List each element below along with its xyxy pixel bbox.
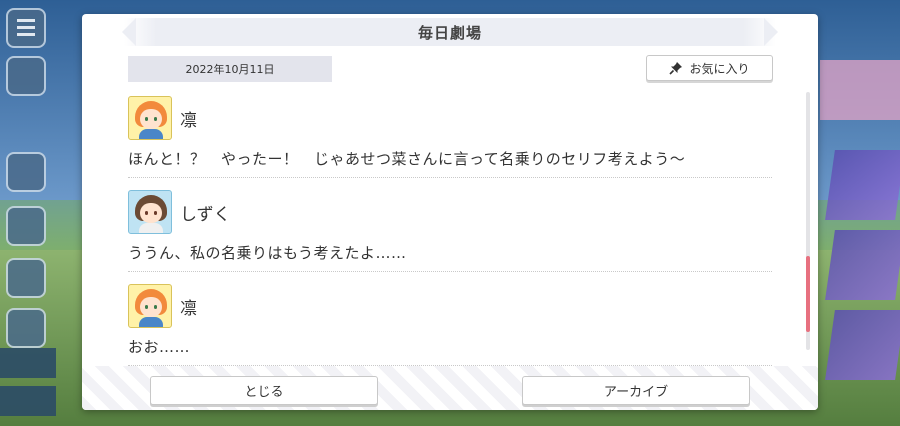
archive-button[interactable]: アーカイブ <box>522 376 750 405</box>
favorite-button[interactable]: お気に入り <box>646 55 773 81</box>
background-tile[interactable] <box>825 150 900 220</box>
background-label[interactable] <box>0 386 56 416</box>
menu-icon[interactable] <box>6 8 46 48</box>
daily-theater-dialog: 毎日劇場 2022年10月11日 お気に入り 凛 ほんと！？ やったー！ じゃあ… <box>82 14 818 410</box>
speaker-name: しずく <box>180 204 231 225</box>
background-button[interactable] <box>6 56 46 96</box>
speaker-name: 凛 <box>180 110 197 131</box>
background-label[interactable] <box>0 348 56 378</box>
dialogue-text: ううん、私の名乗りはもう考えたよ…… <box>128 244 407 262</box>
scrollbar[interactable] <box>806 92 810 350</box>
dialogue-text: ほんと！？ やったー！ じゃあせつ菜さんに言って名乗りのセリフ考えよう〜 <box>128 150 686 168</box>
speaker-row: 凛 <box>128 96 772 140</box>
favorite-label: お気に入り <box>689 61 750 76</box>
speaker-row: 凛 <box>128 284 772 328</box>
log-entry: 凛 ほんと！？ やったー！ じゃあせつ菜さんに言って名乗りのセリフ考えよう〜 <box>128 96 772 178</box>
speaker-name: 凛 <box>180 298 197 319</box>
background-tile[interactable] <box>825 310 900 380</box>
avatar-rin <box>128 284 172 328</box>
speaker-row: しずく <box>128 190 772 234</box>
avatar-shizuku <box>128 190 172 234</box>
background-button[interactable] <box>6 152 46 192</box>
dialogue-log[interactable]: 凛 ほんと！？ やったー！ じゃあせつ菜さんに言って名乗りのセリフ考えよう〜 し… <box>128 92 772 372</box>
log-entry: 凛 おお…… <box>128 284 772 366</box>
background-tile[interactable] <box>825 230 900 300</box>
date-label: 2022年10月11日 <box>128 56 332 82</box>
close-button[interactable]: とじる <box>150 376 378 405</box>
background-button[interactable] <box>6 258 46 298</box>
divider <box>128 271 772 272</box>
scrollbar-thumb[interactable] <box>806 256 810 332</box>
pin-icon <box>669 62 683 75</box>
background-button[interactable] <box>6 206 46 246</box>
background-banner <box>820 60 900 120</box>
log-entry: しずく ううん、私の名乗りはもう考えたよ…… <box>128 190 772 272</box>
avatar-rin <box>128 96 172 140</box>
dialog-title: 毎日劇場 <box>417 23 482 42</box>
background-button[interactable] <box>6 308 46 348</box>
divider <box>128 177 772 178</box>
dialog-title-bar: 毎日劇場 <box>124 18 776 46</box>
dialogue-text: おお…… <box>128 338 191 356</box>
